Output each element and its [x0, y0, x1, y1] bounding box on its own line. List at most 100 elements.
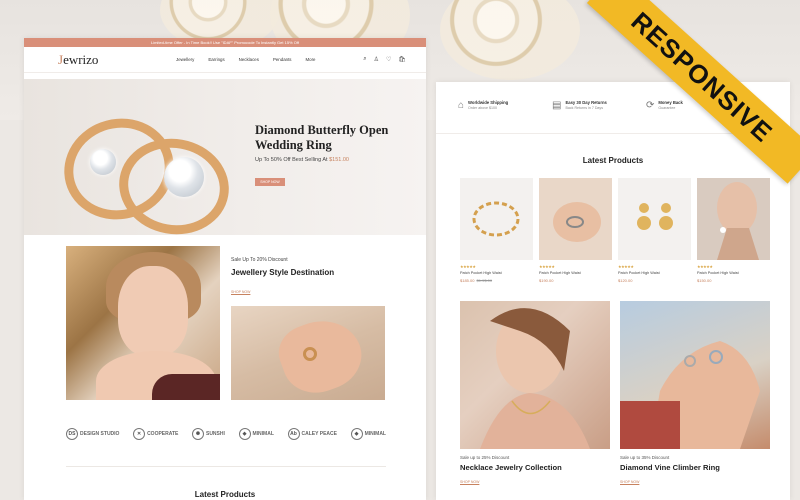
face-shape	[118, 266, 188, 356]
nav-more[interactable]: More	[306, 57, 316, 62]
feature-sub: Back Returns in 7 Days	[565, 106, 604, 110]
brand-logo[interactable]: DS DESIGN STUDIO	[66, 428, 119, 440]
brand-name: COOPERATE	[147, 431, 179, 437]
product-card[interactable]: ★★★★★ Patch Pocket High Waist $120.00	[618, 178, 691, 283]
brand-name: SUNSHI	[205, 431, 225, 437]
price-current: $185.00	[460, 278, 475, 283]
hero-subtitle: Up To 50% Off Best Selling At $151.00	[255, 157, 349, 163]
price-current: $150.00	[697, 278, 712, 283]
brand-mark: ✕	[133, 428, 146, 440]
promo-topbar: Limited-time Offer - In Time Book!! Use …	[24, 38, 426, 47]
hero-banner: Diamond Butterfly Open Wedding Ring Up T…	[24, 79, 426, 235]
collection-title: Necklace Jewelry Collection	[460, 463, 562, 472]
brand-mark: DS	[66, 428, 78, 440]
rating-stars: ★★★★★	[697, 264, 713, 269]
model-image	[66, 246, 220, 400]
nav-pendants[interactable]: Pendants	[273, 57, 292, 62]
product-price: $120.00	[618, 278, 691, 283]
rating-stars: ★★★★★	[460, 264, 476, 269]
brand-logo[interactable]: ✕ COOPERATE	[133, 428, 178, 440]
necklace-model-illustration	[480, 308, 590, 449]
collection-label: Sale up to 35% Discount	[620, 455, 670, 460]
feature-sub: Guarantee	[658, 106, 676, 110]
product-price: $185.00 $1.9$.00	[460, 278, 533, 283]
brand-logo[interactable]: Ab CALEY PEACE	[287, 428, 337, 440]
feature-sub: Order above $100	[468, 106, 498, 110]
tablet-preview: ⌂ Worldwide Shipping Order above $100 ▤ E…	[436, 82, 790, 500]
shipping-icon: ⌂	[458, 100, 465, 111]
price-current: $190.00	[539, 278, 554, 283]
brand-logo[interactable]: ◆ MINIMAL	[238, 428, 274, 440]
hand-shape	[271, 309, 371, 400]
main-nav: Jewellery Earrings Necklaces Pendants Mo…	[136, 57, 363, 62]
model-earring-image	[717, 182, 759, 260]
product-image[interactable]	[460, 178, 533, 260]
logo-text: ewrizo	[63, 51, 99, 67]
brand-logos: DS DESIGN STUDIO ✕ COOPERATE ✺ SUNSHI ◆ MINI…	[66, 428, 386, 440]
rating-stars: ★★★★★	[618, 264, 634, 269]
hand-ring-image	[553, 202, 601, 242]
hand-rings-image[interactable]	[620, 301, 770, 449]
product-image[interactable]	[539, 178, 612, 260]
nav-earrings[interactable]: Earrings	[208, 57, 224, 62]
hero-subtitle-text: Up To 50% Off Best Selling At	[255, 157, 328, 163]
user-icon[interactable]: ♙	[374, 56, 379, 63]
brand-logo[interactable]: ◆ MINIMAL	[350, 428, 386, 440]
nav-jewellery[interactable]: Jewellery	[176, 57, 194, 62]
product-name[interactable]: Patch Pocket High Waist	[460, 271, 533, 275]
desktop-preview: Limited-time Offer - In Time Book!! Use …	[24, 38, 426, 500]
cart-icon[interactable]: 🛍	[398, 56, 406, 63]
header-icons: ⌕ ♙ ♡ 🛍	[363, 56, 406, 63]
brand-name: MINIMAL	[364, 431, 386, 437]
earrings-image	[637, 203, 673, 230]
dress-shape	[152, 374, 220, 400]
bracelet-image	[472, 201, 520, 237]
search-icon[interactable]: ⌕	[363, 56, 366, 63]
price-current: $120.00	[618, 278, 633, 283]
latest-products-heading: Latest Products	[582, 156, 644, 165]
brand-mark: ◆	[238, 428, 251, 440]
hand-rings-illustration	[620, 341, 760, 449]
product-card[interactable]: ★★★★★ Patch Pocket High Waist $185.00 $1.…	[460, 178, 533, 283]
brand-logo[interactable]: ✺ SUNSHI	[191, 428, 225, 440]
product-image[interactable]	[697, 178, 770, 260]
product-image[interactable]	[618, 178, 691, 260]
product-grid: ★★★★★ Patch Pocket High Waist $185.00 $1.…	[460, 178, 770, 283]
collection-label: Sale up to 25% Discount	[460, 455, 510, 460]
heart-icon[interactable]: ♡	[386, 56, 391, 63]
brand-mark: ✺	[191, 428, 204, 440]
price-old: $1.9$.00	[476, 278, 493, 283]
product-price: $190.00	[539, 278, 612, 283]
promo-label: Sale Up To 20% Discount	[231, 257, 288, 263]
product-price: $150.00	[697, 278, 770, 283]
product-name[interactable]: Patch Pocket High Waist	[618, 271, 691, 275]
product-card[interactable]: ★★★★★ Patch Pocket High Waist $150.00	[697, 178, 770, 283]
brand-name: MINIMAL	[252, 431, 274, 437]
product-card[interactable]: ★★★★★ Patch Pocket High Waist $190.00	[539, 178, 612, 283]
collection-shop-link[interactable]: SHOP NOW	[620, 480, 639, 484]
promo-shop-link[interactable]: SHOP NOW	[231, 290, 250, 294]
divider	[66, 466, 386, 467]
hero-price: $151.00	[329, 157, 349, 163]
brand-name: DESIGN STUDIO	[80, 431, 120, 437]
product-name[interactable]: Patch Pocket High Waist	[697, 271, 770, 275]
logo[interactable]: Jewrizo	[58, 52, 136, 68]
site-header: Jewrizo Jewellery Earrings Necklaces Pen…	[24, 47, 426, 73]
ring-shape	[303, 347, 317, 361]
product-name[interactable]: Patch Pocket High Waist	[539, 271, 612, 275]
brand-mark: ◆	[350, 428, 363, 440]
shop-now-button[interactable]: SHOP NOW	[255, 178, 285, 186]
returns-icon: ▤	[552, 100, 562, 111]
gem-image	[90, 149, 116, 175]
feature-returns: ▤ Easy 30 Day Returns Back Returns in 7 D…	[552, 100, 632, 133]
hand-ring-image	[231, 306, 385, 400]
rating-stars: ★★★★★	[539, 264, 555, 269]
brand-mark: Ab	[287, 428, 300, 440]
gem-image	[164, 157, 204, 197]
necklace-model-image[interactable]	[460, 301, 610, 449]
nav-necklaces[interactable]: Necklaces	[239, 57, 259, 62]
feature-shipping: ⌂ Worldwide Shipping Order above $100	[458, 100, 538, 133]
promo-title: Jewellery Style Destination	[231, 268, 335, 277]
collection-shop-link[interactable]: SHOP NOW	[460, 480, 479, 484]
collection-title: Diamond Vine Climber Ring	[620, 463, 720, 472]
